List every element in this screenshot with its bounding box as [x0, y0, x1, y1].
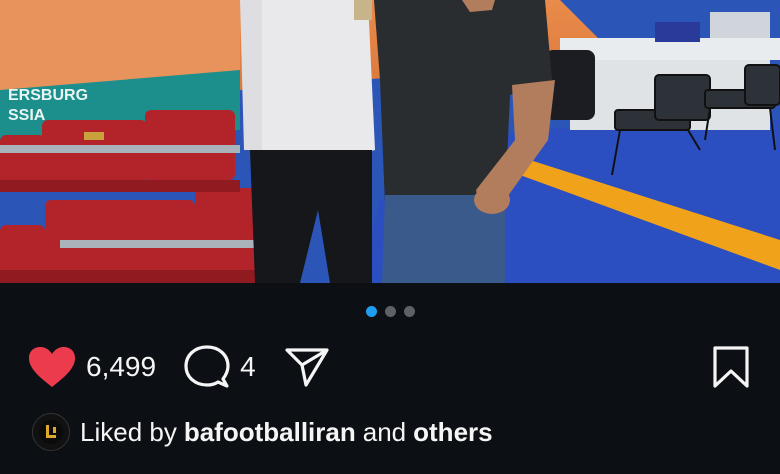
comments-count[interactable]: 4 — [240, 351, 256, 383]
liked-by-connector: and — [362, 416, 407, 447]
post-photo-image: ERSBURG SSIA — [0, 0, 780, 283]
carousel-dot-active[interactable] — [365, 306, 377, 317]
liked-by-row[interactable]: Liked by bafootballiran and others — [32, 412, 760, 452]
like-heart-icon[interactable] — [28, 346, 76, 388]
liked-by-prefix: Liked by — [80, 416, 177, 447]
carousel-dot[interactable] — [403, 306, 415, 317]
save-bookmark-icon[interactable] — [712, 346, 750, 388]
liked-by-user-link[interactable]: bafootballiran — [184, 417, 356, 448]
svg-text:SSIA: SSIA — [8, 107, 46, 124]
caption-preview[interactable]: ... . . . . . — [80, 460, 640, 474]
arena-banner-text: ERSBURG — [8, 87, 88, 104]
caption-text: ... . . . . . — [560, 460, 640, 474]
bafootball-logo-icon[interactable] — [32, 413, 70, 451]
post-actions-bar: 6,499 4 — [28, 343, 750, 391]
liked-by-others-link[interactable]: others — [413, 417, 492, 448]
carousel-indicator — [0, 306, 780, 317]
carousel-dot[interactable] — [384, 306, 396, 317]
post-photo[interactable]: ERSBURG SSIA — [0, 0, 780, 283]
likes-count[interactable]: 6,499 — [86, 351, 156, 383]
share-send-icon[interactable] — [284, 346, 330, 388]
comment-bubble-icon[interactable] — [184, 345, 230, 389]
